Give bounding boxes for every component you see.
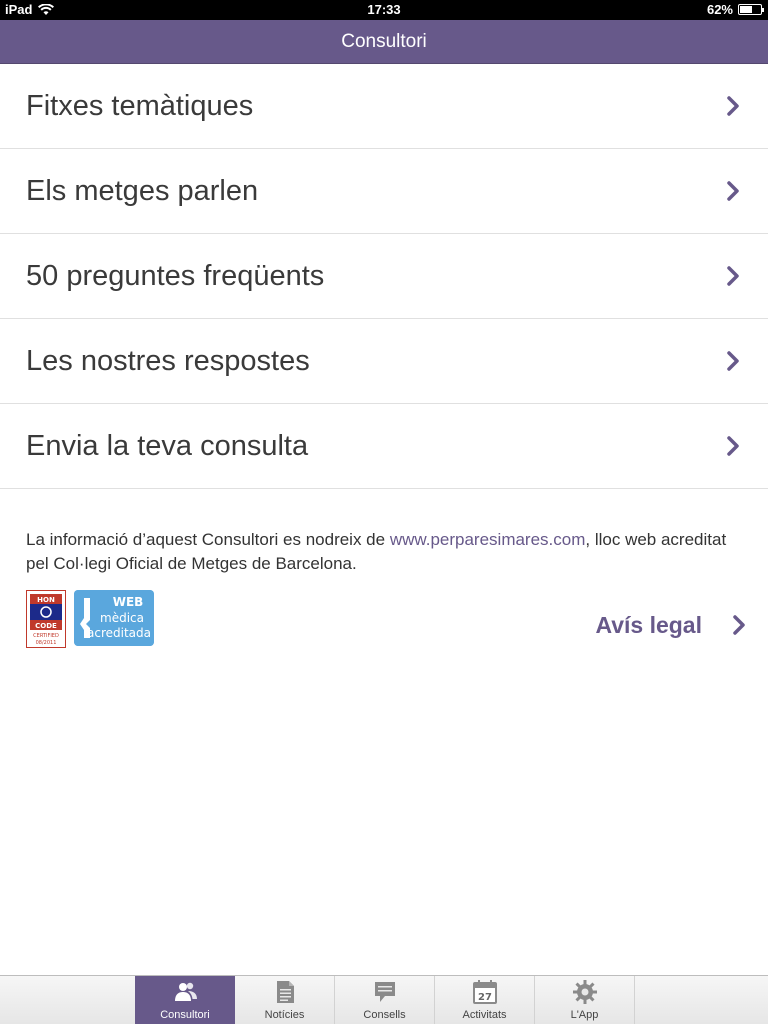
chevron-right-icon: [727, 96, 739, 116]
source-website-link[interactable]: www.perparesimares.com: [390, 530, 586, 549]
battery-icon: [738, 4, 764, 15]
calendar-icon: 27: [473, 980, 497, 1004]
chevron-right-icon: [733, 615, 745, 635]
menu-item-label: Fitxes temàtiques: [26, 90, 254, 122]
status-time: 17:33: [367, 2, 401, 17]
battery-percent: 62%: [706, 2, 733, 17]
battery-fill: [740, 6, 753, 13]
legal-notice-link[interactable]: Avís legal: [595, 608, 746, 642]
document-icon: [277, 981, 294, 1003]
certification-badges: HON CODE CERTIFIED 08/2011 WEB mèdica ac…: [26, 590, 154, 648]
tab-consells[interactable]: Consells: [335, 976, 435, 1024]
tab-label: Consells: [363, 1009, 406, 1021]
people-icon: [175, 982, 197, 1001]
tab-label: Consultori: [160, 1009, 210, 1021]
tab-lapp[interactable]: L'App: [535, 976, 635, 1024]
hon-text: HON: [37, 596, 55, 604]
nav-bar: Consultori: [0, 20, 768, 64]
certified-text: CERTIFIED: [33, 633, 59, 639]
menu-item-fitxes-tematiques[interactable]: Fitxes temàtiques: [0, 64, 768, 149]
chevron-right-icon: [727, 436, 739, 456]
tab-label: L'App: [570, 1009, 599, 1021]
tab-consultori[interactable]: Consultori: [135, 976, 235, 1024]
hon-code-badge[interactable]: HON CODE CERTIFIED 08/2011: [26, 590, 66, 648]
menu-item-label: Les nostres respostes: [26, 345, 310, 377]
info-text: La informació d’aquest Consultori es nod…: [26, 528, 742, 576]
chevron-right-icon: [727, 266, 739, 286]
hon-code-logo: HON CODE CERTIFIED 08/2011: [30, 594, 62, 646]
info-text-before: La informació d’aquest Consultori es nod…: [26, 530, 390, 549]
chevron-right-icon: [727, 351, 739, 371]
tab-label: Notícies: [264, 1009, 305, 1021]
code-text: CODE: [35, 622, 57, 630]
menu-list: Fitxes temàtiques Els metges parlen 50 p…: [0, 64, 768, 489]
page-title: Consultori: [341, 31, 427, 52]
menu-item-label: Envia la teva consulta: [26, 430, 309, 462]
status-right: 62%: [706, 2, 764, 17]
medica-text: mèdica: [100, 611, 144, 625]
menu-item-les-nostres-respostes[interactable]: Les nostres respostes: [0, 319, 768, 404]
gear-icon: [573, 980, 597, 1004]
web-medica-logo: WEB mèdica acreditada: [74, 590, 154, 646]
web-medica-acreditada-badge[interactable]: WEB mèdica acreditada: [74, 590, 154, 646]
menu-item-envia-consulta[interactable]: Envia la teva consulta: [0, 404, 768, 489]
tab-label: Activitats: [462, 1009, 507, 1021]
tab-bar: Consultori Notícies Consells 27 Activita…: [0, 975, 768, 1024]
menu-item-label: Els metges parlen: [26, 175, 259, 207]
certified-date: 08/2011: [36, 640, 57, 646]
status-bar: iPad 17:33 62%: [0, 0, 768, 20]
menu-item-label: 50 preguntes freqüents: [26, 260, 325, 292]
tab-activitats[interactable]: 27 Activitats: [435, 976, 535, 1024]
legal-notice-label: Avís legal: [595, 611, 702, 638]
tab-list: Consultori Notícies Consells 27 Activita…: [135, 976, 635, 1024]
acreditada-text: acreditada: [87, 626, 151, 640]
calendar-day: 27: [478, 992, 492, 1003]
menu-item-els-metges-parlen[interactable]: Els metges parlen: [0, 149, 768, 234]
tab-noticies[interactable]: Notícies: [235, 976, 335, 1024]
speech-bubble-icon: [375, 982, 395, 1002]
web-text: WEB: [113, 595, 144, 609]
chevron-right-icon: [727, 181, 739, 201]
menu-item-50-preguntes[interactable]: 50 preguntes freqüents: [0, 234, 768, 319]
